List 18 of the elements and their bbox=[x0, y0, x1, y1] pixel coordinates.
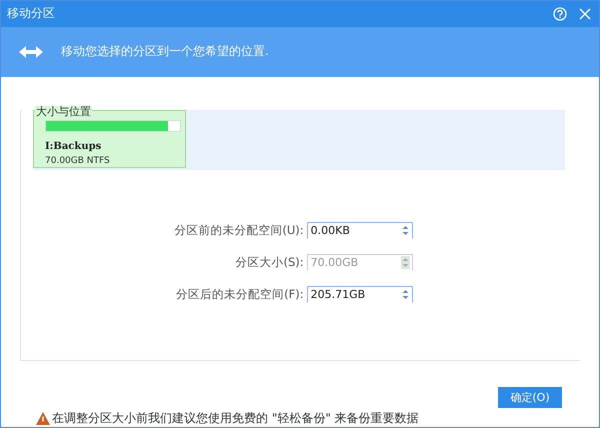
field-label: 分区后的未分配空间(F): bbox=[175, 287, 304, 302]
spin-field[interactable]: 0.00KB bbox=[306, 222, 413, 239]
spin-field[interactable]: 205.71GB bbox=[306, 286, 413, 303]
field-label: 分区前的未分配空间(U): bbox=[174, 223, 304, 238]
warning-text: 在调整分区大小前我们建议您使用免费的 "轻松备份" 来备份重要数据 bbox=[52, 410, 419, 427]
help-button[interactable] bbox=[553, 6, 567, 21]
ok-button[interactable]: 确定(O) bbox=[498, 387, 562, 408]
window-title: 移动分区 bbox=[7, 5, 56, 22]
warning-icon bbox=[36, 412, 50, 425]
group-title: 大小与位置 bbox=[35, 106, 92, 118]
spinner-arrows-icon[interactable] bbox=[400, 288, 410, 301]
partition-name: I:Backups bbox=[45, 141, 102, 152]
double-arrow-icon bbox=[19, 44, 43, 59]
spinner-arrows-icon[interactable] bbox=[400, 224, 410, 237]
close-button[interactable] bbox=[579, 8, 591, 20]
partition-size: 70.00GB NTFS bbox=[45, 156, 111, 166]
banner-text: 移动您选择的分区到一个您希望的位置. bbox=[61, 43, 269, 60]
field-label: 分区大小(S): bbox=[234, 255, 304, 270]
